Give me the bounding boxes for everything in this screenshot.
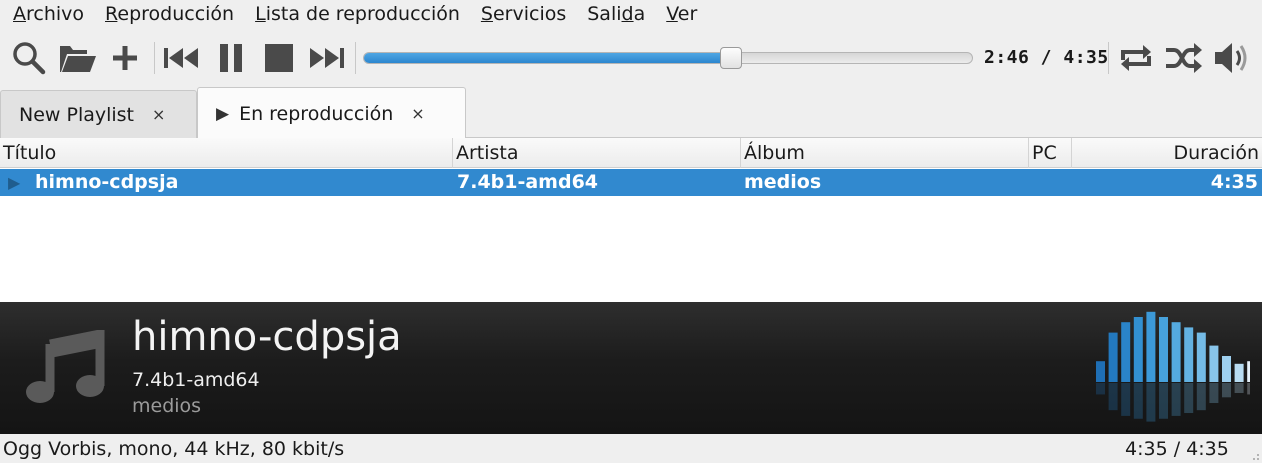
play-icon: ▶ xyxy=(216,103,230,124)
playlist-table[interactable]: Título Artista Álbum PC Duración ▶ himno… xyxy=(0,138,1262,302)
visualizer[interactable] xyxy=(1090,310,1250,430)
table-header: Título Artista Álbum PC Duración xyxy=(0,138,1262,168)
playback-time: 2:46 / 4:35 xyxy=(984,47,1109,68)
visualizer-bar-reflection xyxy=(1121,383,1131,416)
volume-icon xyxy=(1215,43,1247,73)
next-button[interactable] xyxy=(306,38,346,78)
visualizer-bar-reflection xyxy=(1196,383,1206,411)
next-icon xyxy=(310,48,344,68)
tab-label: En reproducción xyxy=(239,102,394,125)
music-note-icon xyxy=(26,330,105,403)
visualizer-bar-reflection xyxy=(1209,383,1219,404)
toolbar-separator xyxy=(355,42,356,74)
column-header-artist[interactable]: Artista xyxy=(453,138,741,168)
previous-icon xyxy=(164,48,198,68)
now-playing-title: himno-cdpsja xyxy=(132,314,402,360)
menu-servicios[interactable]: Servicios xyxy=(469,0,575,29)
visualizer-bar xyxy=(1133,317,1143,382)
visualizer-bar-reflection xyxy=(1247,383,1250,395)
search-button[interactable] xyxy=(9,38,49,78)
status-time: 4:35 / 4:35 xyxy=(1125,438,1229,460)
playlist-tabbar: New Playlist × ▶ En reproducción × xyxy=(0,86,1262,139)
visualizer-bar-reflection xyxy=(1096,383,1105,395)
open-button[interactable] xyxy=(57,38,97,78)
search-icon xyxy=(13,42,46,75)
visualizer-bar-reflection xyxy=(1184,383,1194,414)
repeat-icon xyxy=(1121,45,1151,71)
visualizer-bar xyxy=(1184,327,1194,382)
close-icon[interactable]: × xyxy=(152,105,165,124)
pause-icon xyxy=(220,44,242,72)
seek-slider[interactable] xyxy=(363,47,973,69)
add-button[interactable] xyxy=(105,38,145,78)
cell-title: himno-cdpsja xyxy=(35,171,179,193)
table-row[interactable]: ▶ himno-cdpsja 7.4b1-amd64 medios 4:35 xyxy=(0,169,1262,196)
now-playing-album: medios xyxy=(132,395,202,417)
statusbar: Ogg Vorbis, mono, 44 kHz, 80 kbit/s 4:35… xyxy=(0,434,1262,463)
menu-archivo[interactable]: Archivo xyxy=(0,0,93,29)
repeat-button[interactable] xyxy=(1116,38,1156,78)
now-playing-indicator-icon: ▶ xyxy=(8,173,21,192)
menu-reproduccion[interactable]: Reproducción xyxy=(93,0,243,29)
visualizer-bar xyxy=(1247,361,1250,382)
shuffle-icon xyxy=(1166,43,1202,73)
visualizer-bar-reflection xyxy=(1222,383,1231,398)
close-icon[interactable]: × xyxy=(411,104,424,123)
visualizer-bar xyxy=(1222,356,1231,382)
shuffle-button[interactable] xyxy=(1164,38,1204,78)
visualizer-bar xyxy=(1159,317,1168,382)
stream-format: Ogg Vorbis, mono, 44 kHz, 80 kbit/s xyxy=(3,438,345,460)
visualizer-bar-reflection xyxy=(1234,383,1244,394)
menu-salida[interactable]: Salida xyxy=(575,0,654,29)
stop-icon xyxy=(265,44,293,72)
menu-lista-de-reproduccion[interactable]: Lista de reproducción xyxy=(243,0,469,29)
open-folder-icon xyxy=(60,46,96,72)
visualizer-bar xyxy=(1171,322,1181,382)
visualizer-bar-reflection xyxy=(1171,383,1181,416)
visualizer-bar xyxy=(1234,363,1244,382)
column-header-duration[interactable]: Duración xyxy=(1072,138,1262,168)
seek-handle[interactable] xyxy=(720,47,742,69)
visualizer-bar xyxy=(1096,361,1105,382)
add-icon xyxy=(113,46,137,70)
column-header-album[interactable]: Álbum xyxy=(741,138,1029,168)
visualizer-bar xyxy=(1108,332,1118,382)
previous-button[interactable] xyxy=(162,38,202,78)
tab-new-playlist[interactable]: New Playlist × xyxy=(0,90,197,138)
visualizer-bar xyxy=(1196,332,1206,382)
toolbar-separator xyxy=(154,42,155,74)
column-header-pc[interactable]: PC xyxy=(1029,138,1072,168)
visualizer-bar xyxy=(1209,345,1219,382)
now-playing-artist: 7.4b1-amd64 xyxy=(132,369,260,391)
visualizer-bar-reflection xyxy=(1159,383,1168,419)
now-playing-panel: himno-cdpsja 7.4b1-amd64 medios xyxy=(0,302,1262,434)
stop-button[interactable] xyxy=(259,38,299,78)
visualizer-bar-reflection xyxy=(1146,383,1156,422)
visualizer-bar xyxy=(1121,322,1131,382)
tab-label: New Playlist xyxy=(19,103,135,126)
visualizer-bar xyxy=(1146,311,1156,382)
volume-button[interactable] xyxy=(1212,38,1252,78)
menu-ver[interactable]: Ver xyxy=(654,0,706,29)
cell-artist: 7.4b1-amd64 xyxy=(457,171,599,193)
visualizer-bar-reflection xyxy=(1108,383,1118,411)
music-player-window: Archivo Reproducción Lista de reproducci… xyxy=(0,0,1262,463)
cell-duration: 4:35 xyxy=(1210,171,1258,193)
menubar: Archivo Reproducción Lista de reproducci… xyxy=(0,0,1262,29)
toolbar-separator xyxy=(1108,42,1109,74)
visualizer-bar-reflection xyxy=(1133,383,1143,419)
seek-progress-fill xyxy=(364,53,731,63)
cell-album: medios xyxy=(744,171,822,193)
tab-en-reproduccion[interactable]: ▶ En reproducción × xyxy=(197,87,466,139)
resize-grip-icon[interactable] xyxy=(1248,449,1260,461)
toolbar: 2:46 / 4:35 xyxy=(0,30,1262,86)
column-header-title[interactable]: Título xyxy=(0,138,453,168)
pause-button[interactable] xyxy=(211,38,251,78)
